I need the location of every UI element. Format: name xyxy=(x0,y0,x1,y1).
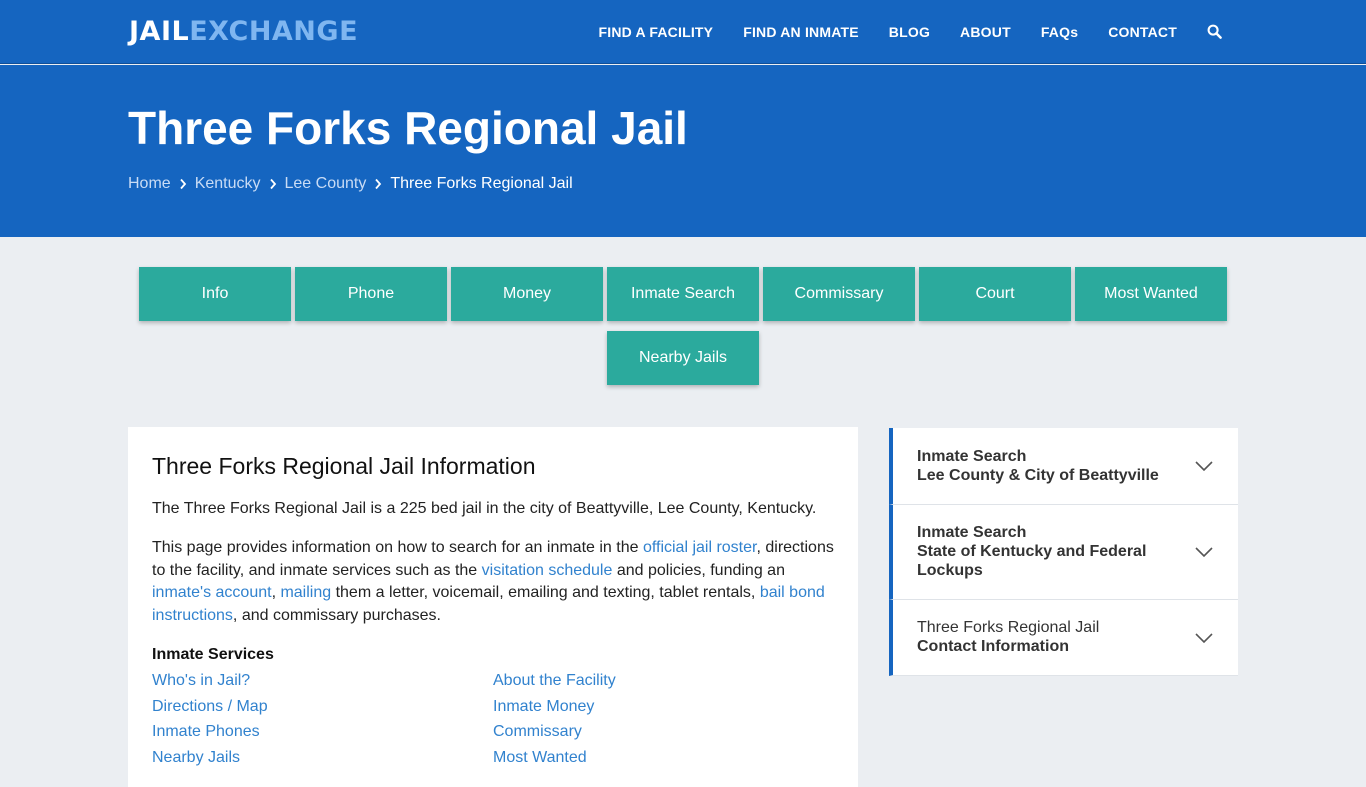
site-logo[interactable]: JAILEXCHANGE xyxy=(129,17,358,47)
service-link-inmate-phones[interactable]: Inmate Phones xyxy=(152,723,260,741)
chevron-down-icon[interactable] xyxy=(1194,460,1214,472)
logo-part-jail: JAIL xyxy=(129,16,190,47)
service-link-inmate-money[interactable]: Inmate Money xyxy=(493,698,594,716)
accordion-contact-information[interactable]: Three Forks Regional Jail Contact Inform… xyxy=(889,600,1238,676)
service-link-whos-in-jail[interactable]: Who's in Jail? xyxy=(152,672,250,690)
logo-part-exchange: EXCHANGE xyxy=(189,16,359,47)
accordion-title-line1: Inmate Search xyxy=(917,524,1027,541)
search-icon[interactable] xyxy=(1207,24,1223,40)
service-link-about-facility[interactable]: About the Facility xyxy=(493,672,616,690)
nav-find-facility[interactable]: FIND A FACILITY xyxy=(598,24,713,40)
text-segment: , and commissary purchases. xyxy=(232,606,441,624)
tab-phone[interactable]: Phone xyxy=(295,267,447,321)
link-inmate-account[interactable]: inmate's account xyxy=(152,584,272,601)
service-link-commissary[interactable]: Commissary xyxy=(493,723,582,741)
tab-court[interactable]: Court xyxy=(919,267,1071,321)
accordion-inmate-search-county[interactable]: Inmate Search Lee County & City of Beatt… xyxy=(889,428,1238,505)
breadcrumb-state[interactable]: Kentucky xyxy=(195,175,261,193)
chevron-right-icon xyxy=(171,178,195,190)
text-segment: and policies, funding an xyxy=(612,561,785,579)
accordion-title-line3: Lockups xyxy=(917,562,983,579)
main-nav: FIND A FACILITY FIND AN INMATE BLOG ABOU… xyxy=(568,0,1223,64)
tab-info[interactable]: Info xyxy=(139,267,291,321)
facility-info-card: Three Forks Regional Jail Information Th… xyxy=(128,427,858,787)
accordion-title-line2: State of Kentucky and Federal xyxy=(917,543,1147,560)
service-link-nearby-jails[interactable]: Nearby Jails xyxy=(152,749,240,767)
tab-most-wanted[interactable]: Most Wanted xyxy=(1075,267,1227,321)
services-title: Inmate Services xyxy=(152,646,274,663)
tab-commissary[interactable]: Commissary xyxy=(763,267,915,321)
accordion-title: Inmate Search State of Kentucky and Fede… xyxy=(917,523,1146,580)
accordion-title-line2: Contact Information xyxy=(917,638,1069,655)
accordion-title-line1: Three Forks Regional Jail xyxy=(917,619,1100,636)
intro-text: The Three Forks Regional Jail is a 225 b… xyxy=(152,500,817,517)
breadcrumb-county[interactable]: Lee County xyxy=(285,175,367,193)
breadcrumb-current: Three Forks Regional Jail xyxy=(390,175,573,192)
tab-money[interactable]: Money xyxy=(451,267,603,321)
chevron-right-icon xyxy=(261,178,285,190)
info-heading: Three Forks Regional Jail Information xyxy=(152,453,536,479)
nav-blog[interactable]: BLOG xyxy=(889,24,930,40)
accordion-title-line2: Lee County & City of Beattyville xyxy=(917,467,1159,484)
chevron-right-icon xyxy=(366,178,390,190)
tab-nearby-jails[interactable]: Nearby Jails xyxy=(607,331,759,385)
nav-find-inmate[interactable]: FIND AN INMATE xyxy=(743,24,859,40)
service-link-most-wanted[interactable]: Most Wanted xyxy=(493,749,587,767)
nav-faqs[interactable]: FAQs xyxy=(1041,24,1078,40)
link-mailing[interactable]: mailing xyxy=(280,584,331,601)
accordion-title-line1: Inmate Search xyxy=(917,448,1027,465)
breadcrumb-home[interactable]: Home xyxy=(128,175,171,193)
nav-about[interactable]: ABOUT xyxy=(960,24,1011,40)
top-navbar: JAILEXCHANGE FIND A FACILITY FIND AN INM… xyxy=(0,0,1366,64)
link-visitation-schedule[interactable]: visitation schedule xyxy=(482,562,613,579)
accordion-title: Three Forks Regional Jail Contact Inform… xyxy=(917,618,1099,656)
tab-inmate-search[interactable]: Inmate Search xyxy=(607,267,759,321)
accordion-inmate-search-state[interactable]: Inmate Search State of Kentucky and Fede… xyxy=(889,505,1238,600)
nav-contact[interactable]: CONTACT xyxy=(1108,24,1177,40)
chevron-down-icon[interactable] xyxy=(1194,632,1214,644)
service-link-directions[interactable]: Directions / Map xyxy=(152,698,268,716)
description-paragraph: This page provides information on how to… xyxy=(152,537,842,627)
breadcrumb: Home Kentucky Lee County Three Forks Reg… xyxy=(128,175,573,193)
text-segment: them a letter, voicemail, emailing and t… xyxy=(331,584,760,601)
link-jail-roster[interactable]: official jail roster xyxy=(643,539,757,556)
accordion-title: Inmate Search Lee County & City of Beatt… xyxy=(917,447,1159,485)
page-title: Three Forks Regional Jail xyxy=(128,102,688,154)
text-segment: This page provides information on how to… xyxy=(152,539,643,556)
hero-banner: Three Forks Regional Jail Home Kentucky … xyxy=(0,65,1366,237)
chevron-down-icon[interactable] xyxy=(1194,546,1214,558)
